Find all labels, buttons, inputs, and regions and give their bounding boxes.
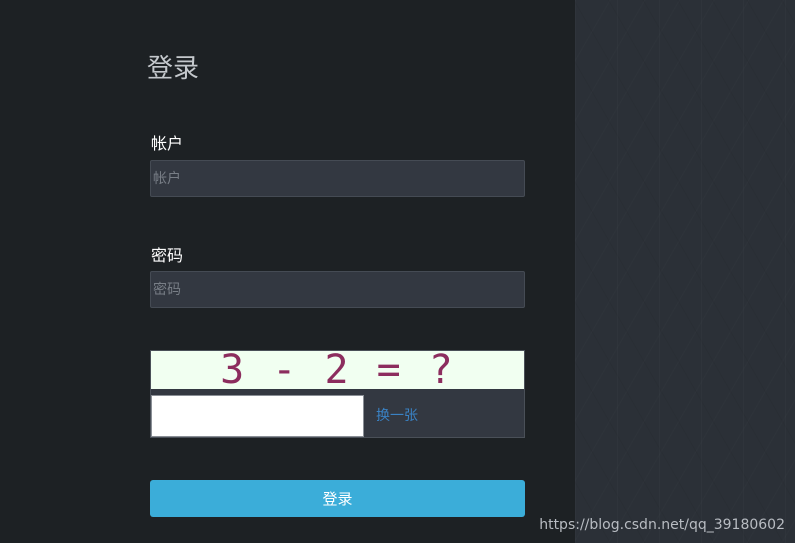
account-input[interactable] xyxy=(150,160,525,197)
captcha-text: 3 - 2 = ? xyxy=(220,351,455,389)
captcha-image[interactable]: 3 - 2 = ? xyxy=(151,351,524,389)
background-pattern-panel xyxy=(575,0,795,543)
refresh-captcha-link[interactable]: 换一张 xyxy=(376,405,418,425)
captcha-input[interactable] xyxy=(151,395,364,437)
page-title: 登录 xyxy=(147,54,200,84)
watermark-text: https://blog.csdn.net/qq_39180602 xyxy=(539,517,785,533)
password-input[interactable] xyxy=(150,271,525,308)
password-label: 密码 xyxy=(151,246,184,265)
account-label: 帐户 xyxy=(151,134,184,153)
login-button[interactable]: 登录 xyxy=(150,480,525,517)
captcha-container: 3 - 2 = ? 换一张 xyxy=(150,350,525,438)
